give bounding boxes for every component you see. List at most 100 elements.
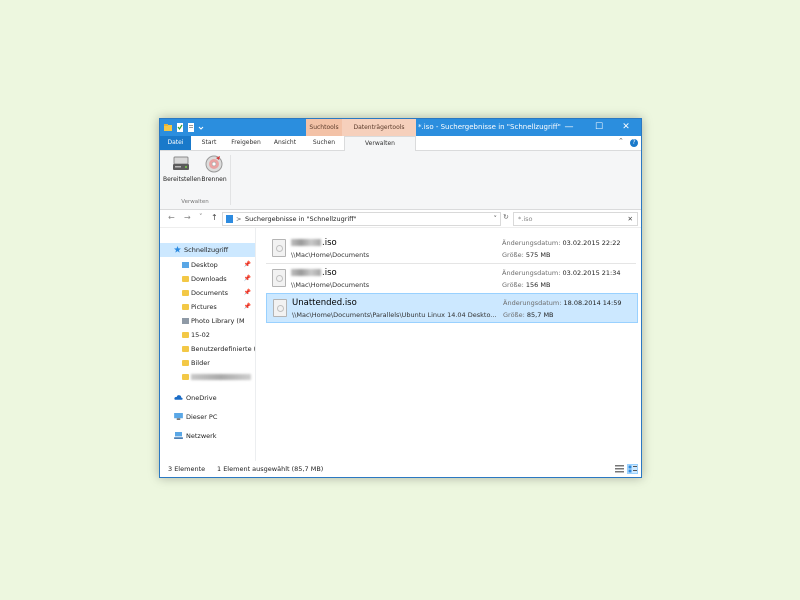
nav-item-documents[interactable]: Documents 📌 — [160, 286, 255, 300]
context-label-disk-tools: Datenträgertools — [342, 119, 416, 136]
tab-view[interactable]: Ansicht — [268, 136, 302, 150]
nav-item-desktop[interactable]: Desktop 📌 — [160, 258, 255, 272]
size-label: Größe: — [502, 251, 524, 259]
nav-item-bilder[interactable]: Bilder — [160, 356, 255, 370]
file-name: .iso — [291, 238, 337, 248]
tiles-view-icon[interactable] — [627, 464, 638, 474]
file-path: \\Mac\Home\Documents — [291, 251, 370, 259]
burn-disc-icon — [205, 155, 223, 173]
ribbon-expand-icon[interactable]: ⌃ — [618, 137, 624, 145]
pin-icon[interactable]: 📌 — [244, 286, 251, 300]
nav-item-downloads[interactable]: Downloads 📌 — [160, 272, 255, 286]
file-list: .iso \\Mac\Home\Documents Änderungsdatum… — [256, 228, 641, 461]
forward-button[interactable]: → — [184, 213, 191, 222]
nav-item-label: Schnellzugriff — [184, 246, 229, 254]
nav-item-label: Benutzerdefinierte ( — [191, 345, 255, 353]
star-icon — [174, 246, 181, 253]
tab-file[interactable]: Datei — [160, 136, 191, 150]
file-extension: .iso — [322, 238, 337, 248]
nav-item-label: Photo Library (M — [191, 317, 245, 325]
address-dropdown-icon[interactable]: ˅ — [494, 213, 498, 225]
size-label: Größe: — [503, 311, 525, 319]
file-name: .iso — [291, 268, 337, 278]
pin-icon[interactable]: 📌 — [244, 258, 251, 272]
mount-button[interactable]: Bereitstellen — [163, 154, 201, 183]
nav-item-photo-library[interactable]: Photo Library (M — [160, 314, 255, 328]
explorer-window: Suchtools Datenträgertools *.iso - Suche… — [159, 118, 642, 478]
minimize-button[interactable]: — — [554, 119, 584, 136]
address-path: Suchergebnisse in "Schnellzugriff" — [245, 215, 357, 223]
size-value: 575 MB — [525, 251, 551, 259]
mount-drive-icon — [173, 156, 189, 170]
nav-item-custom[interactable]: Benutzerdefinierte ( — [160, 342, 255, 356]
file-extension: .iso — [322, 268, 337, 278]
redacted-filename — [291, 239, 321, 246]
documents-folder-icon — [182, 290, 189, 296]
title-bar[interactable]: Suchtools Datenträgertools *.iso - Suche… — [160, 119, 641, 136]
help-icon[interactable]: ? — [630, 139, 638, 147]
nav-item-pictures[interactable]: Pictures 📌 — [160, 300, 255, 314]
up-button[interactable]: ↑ — [211, 213, 218, 222]
details-view-icon[interactable] — [615, 465, 624, 473]
nav-item-label: Bilder — [191, 359, 210, 367]
file-name: Unattended.iso — [292, 298, 357, 308]
file-row-selected[interactable]: Unattended.iso \\Mac\Home\Documents\Para… — [266, 293, 638, 323]
recent-locations-button[interactable]: ˅ — [199, 213, 203, 221]
address-field[interactable]: > Suchergebnisse in "Schnellzugriff" ˅ — [222, 212, 501, 226]
folder-icon — [182, 360, 189, 366]
folder-icon — [182, 374, 189, 380]
date-value: 18.08.2014 14:59 — [563, 299, 622, 307]
nav-item-label: 15-02 — [191, 331, 210, 339]
nav-item-onedrive[interactable]: OneDrive — [160, 391, 255, 405]
computer-icon — [174, 413, 183, 420]
window-title: *.iso - Suchergebnisse in "Schnellzugrif… — [418, 123, 561, 131]
customize-quick-access-icon[interactable] — [198, 123, 204, 132]
close-button[interactable]: ✕ — [611, 119, 641, 136]
cloud-icon — [174, 395, 183, 400]
file-row[interactable]: .iso \\Mac\Home\Documents Änderungsdatum… — [266, 264, 636, 294]
desktop-icon — [182, 262, 189, 268]
size-value: 85,7 MB — [526, 311, 554, 319]
ribbon-tab-row: Datei Start Freigeben Ansicht Suchen Ver… — [160, 136, 641, 151]
nav-item-15-02[interactable]: 15-02 — [160, 328, 255, 342]
tab-share[interactable]: Freigeben — [228, 136, 264, 150]
search-input[interactable]: *.iso ✕ — [513, 212, 638, 226]
nav-item-label: Dieser PC — [186, 413, 218, 421]
pin-icon[interactable]: 📌 — [244, 300, 251, 314]
maximize-button[interactable]: ☐ — [584, 119, 614, 136]
nav-item-redacted[interactable] — [160, 370, 255, 384]
item-count: 3 Elemente — [168, 465, 206, 473]
nav-item-label: Documents — [191, 289, 229, 297]
nav-item-label: Desktop — [191, 261, 218, 269]
back-button[interactable]: ← — [168, 213, 175, 222]
pin-icon[interactable]: 📌 — [244, 272, 251, 286]
date-value: 03.02.2015 21:34 — [562, 269, 621, 277]
nav-item-network[interactable]: Netzwerk — [160, 429, 255, 443]
app-icon[interactable] — [164, 123, 172, 132]
context-label-search-tools: Suchtools — [306, 119, 342, 136]
tab-manage[interactable]: Verwalten — [344, 136, 416, 151]
redacted-filename — [291, 269, 321, 276]
refresh-button[interactable]: ↻ — [503, 213, 509, 221]
downloads-folder-icon — [182, 276, 189, 282]
burn-button[interactable]: Brennen — [200, 154, 228, 183]
nav-item-this-pc[interactable]: Dieser PC — [160, 410, 255, 424]
file-row[interactable]: .iso \\Mac\Home\Documents Änderungsdatum… — [266, 234, 636, 264]
clear-search-button[interactable]: ✕ — [628, 213, 633, 225]
tab-start[interactable]: Start — [195, 136, 223, 150]
navigation-pane: Schnellzugriff Desktop 📌 Downloads 📌 Doc… — [160, 228, 256, 461]
properties-icon[interactable] — [176, 123, 184, 132]
nav-item-label: OneDrive — [186, 394, 217, 402]
date-value: 03.02.2015 22:22 — [562, 239, 621, 247]
address-bar-row: ← → ˅ ↑ > Suchergebnisse in "Schnellzugr… — [160, 210, 641, 228]
search-query: *.iso — [518, 215, 533, 223]
tab-search[interactable]: Suchen — [308, 136, 340, 150]
ribbon: Bereitstellen Brennen Verwalten — [160, 151, 641, 210]
new-folder-icon[interactable] — [187, 123, 195, 132]
nav-item-quick-access[interactable]: Schnellzugriff — [160, 243, 255, 257]
pictures-folder-icon — [182, 304, 189, 310]
network-drive-icon — [182, 318, 189, 324]
disc-image-file-icon — [272, 269, 286, 287]
status-bar: 3 Elemente 1 Element ausgewählt (85,7 MB… — [160, 461, 641, 477]
disc-image-file-icon — [272, 239, 286, 257]
